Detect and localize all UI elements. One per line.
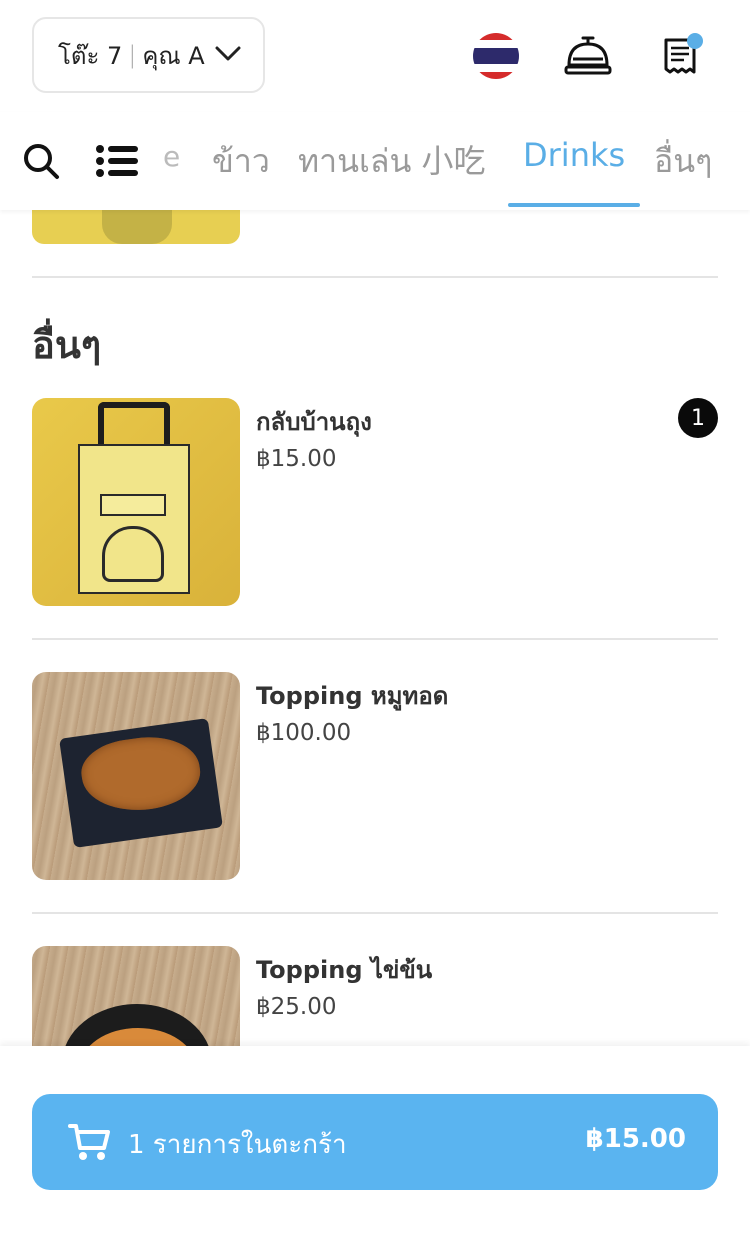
chevron-down-icon: [215, 46, 241, 61]
menu-item[interactable]: กลับบ้านถุง ฿15.00 1: [32, 398, 718, 606]
item-image[interactable]: [32, 398, 240, 606]
quantity-badge: 1: [678, 398, 718, 438]
divider: [32, 638, 718, 640]
item-price: ฿25.00: [256, 994, 337, 1020]
category-tabs: e ข้าว ทานเล่น 小吃 Drinks อื่นๆ: [0, 112, 750, 210]
table-selector[interactable]: โต๊ะ 7 | คุณ A: [32, 17, 265, 93]
tab-others[interactable]: อื่นๆ: [654, 136, 712, 187]
item-price: ฿15.00: [256, 446, 337, 472]
thailand-flag-icon[interactable]: [473, 33, 519, 79]
item-name: Topping ไข่ข้น: [256, 956, 433, 984]
bottom-bar: 1 รายการในตะกร้า ฿15.00: [0, 1046, 750, 1234]
table-separator: |: [128, 41, 137, 69]
tab-drinks[interactable]: Drinks: [523, 136, 625, 174]
item-name: กลับบ้านถุง: [256, 408, 372, 436]
list-menu-icon[interactable]: [96, 144, 140, 178]
item-image[interactable]: [32, 672, 240, 880]
cart-total: ฿15.00: [585, 1124, 686, 1154]
cart-icon: [68, 1124, 110, 1160]
search-icon[interactable]: [22, 142, 60, 180]
divider: [32, 276, 718, 278]
tab-snacks[interactable]: ทานเล่น 小吃: [298, 136, 486, 187]
divider: [32, 912, 718, 914]
item-price: ฿100.00: [256, 720, 352, 746]
receipt-icon[interactable]: [662, 32, 706, 78]
tab-rice[interactable]: ข้าว: [212, 136, 270, 187]
tab-partial[interactable]: e: [163, 140, 181, 173]
section-title: อื่นๆ: [32, 323, 102, 367]
previous-item-image[interactable]: [32, 208, 240, 244]
table-label: โต๊ะ 7: [58, 41, 123, 70]
view-cart-button[interactable]: 1 รายการในตะกร้า ฿15.00: [32, 1094, 718, 1190]
cart-summary-label: 1 รายการในตะกร้า: [128, 1130, 347, 1160]
top-bar: โต๊ะ 7 | คุณ A: [0, 0, 750, 112]
notification-dot: [687, 33, 703, 49]
customer-label: คุณ A: [142, 41, 205, 70]
item-name: Topping หมูทอด: [256, 682, 449, 710]
menu-item[interactable]: Topping หมูทอด ฿100.00: [32, 672, 718, 880]
service-bell-icon[interactable]: [564, 33, 612, 79]
active-tab-indicator: [508, 203, 640, 207]
